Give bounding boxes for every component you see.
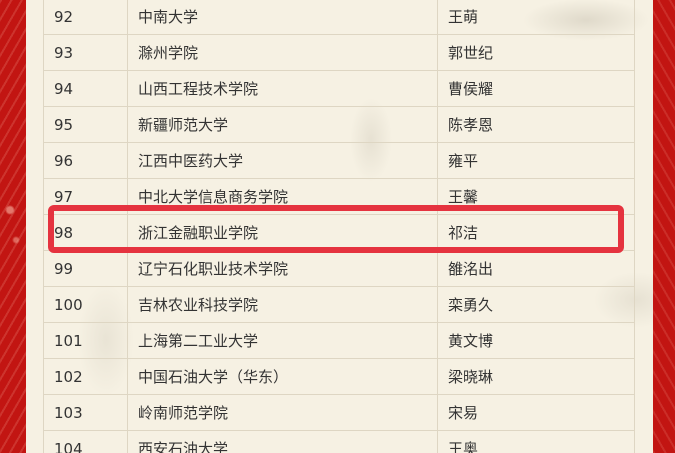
paper-background: 92 中南大学 王萌 93 滁州学院 郭世纪 94 山西工程技术学院 曹侯耀 9… xyxy=(26,0,653,453)
rank-cell: 100 xyxy=(43,286,128,323)
name-cell: 陈孝恩 xyxy=(437,106,635,143)
school-cell: 中南大学 xyxy=(127,0,438,35)
table-row: 93 滁州学院 郭世纪 xyxy=(43,34,635,71)
name-cell: 曹侯耀 xyxy=(437,70,635,107)
right-decorative-border xyxy=(653,0,675,453)
rank-cell: 97 xyxy=(43,178,128,215)
table-row: 92 中南大学 王萌 xyxy=(43,0,635,35)
table-row: 95 新疆师范大学 陈孝恩 xyxy=(43,106,635,143)
school-cell: 西安石油大学 xyxy=(127,430,438,453)
name-cell: 祁洁 xyxy=(437,214,635,251)
rank-cell: 104 xyxy=(43,430,128,453)
rank-cell: 99 xyxy=(43,250,128,287)
table-row: 96 江西中医药大学 雍平 xyxy=(43,142,635,179)
table-row: 101 上海第二工业大学 黄文博 xyxy=(43,322,635,359)
rank-cell: 92 xyxy=(43,0,128,35)
table-row-highlighted: 98 浙江金融职业学院 祁洁 xyxy=(43,214,635,251)
page-frame: 92 中南大学 王萌 93 滁州学院 郭世纪 94 山西工程技术学院 曹侯耀 9… xyxy=(0,0,675,453)
name-cell: 栾勇久 xyxy=(437,286,635,323)
name-cell: 梁晓琳 xyxy=(437,358,635,395)
table-row: 102 中国石油大学（华东） 梁晓琳 xyxy=(43,358,635,395)
table-row: 100 吉林农业科技学院 栾勇久 xyxy=(43,286,635,323)
name-cell: 王奥 xyxy=(437,430,635,453)
name-cell: 雍平 xyxy=(437,142,635,179)
school-cell: 上海第二工业大学 xyxy=(127,322,438,359)
school-cell: 浙江金融职业学院 xyxy=(127,214,438,251)
school-cell: 中国石油大学（华东） xyxy=(127,358,438,395)
school-cell: 辽宁石化职业技术学院 xyxy=(127,250,438,287)
rank-cell: 96 xyxy=(43,142,128,179)
table-row: 97 中北大学信息商务学院 王馨 xyxy=(43,178,635,215)
school-cell: 山西工程技术学院 xyxy=(127,70,438,107)
school-cell: 吉林农业科技学院 xyxy=(127,286,438,323)
name-cell: 宋易 xyxy=(437,394,635,431)
rank-cell: 98 xyxy=(43,214,128,251)
table-row: 103 岭南师范学院 宋易 xyxy=(43,394,635,431)
name-cell: 王馨 xyxy=(437,178,635,215)
rank-cell: 94 xyxy=(43,70,128,107)
table-row: 104 西安石油大学 王奥 xyxy=(43,430,635,453)
name-cell: 雒洺出 xyxy=(437,250,635,287)
left-decorative-border xyxy=(0,0,26,453)
ranking-table: 92 中南大学 王萌 93 滁州学院 郭世纪 94 山西工程技术学院 曹侯耀 9… xyxy=(43,0,635,453)
table-row: 94 山西工程技术学院 曹侯耀 xyxy=(43,70,635,107)
rank-cell: 95 xyxy=(43,106,128,143)
school-cell: 中北大学信息商务学院 xyxy=(127,178,438,215)
school-cell: 滁州学院 xyxy=(127,34,438,71)
rank-cell: 101 xyxy=(43,322,128,359)
rank-cell: 103 xyxy=(43,394,128,431)
name-cell: 黄文博 xyxy=(437,322,635,359)
table-row: 99 辽宁石化职业技术学院 雒洺出 xyxy=(43,250,635,287)
rank-cell: 102 xyxy=(43,358,128,395)
school-cell: 新疆师范大学 xyxy=(127,106,438,143)
rank-cell: 93 xyxy=(43,34,128,71)
school-cell: 江西中医药大学 xyxy=(127,142,438,179)
name-cell: 王萌 xyxy=(437,0,635,35)
school-cell: 岭南师范学院 xyxy=(127,394,438,431)
name-cell: 郭世纪 xyxy=(437,34,635,71)
